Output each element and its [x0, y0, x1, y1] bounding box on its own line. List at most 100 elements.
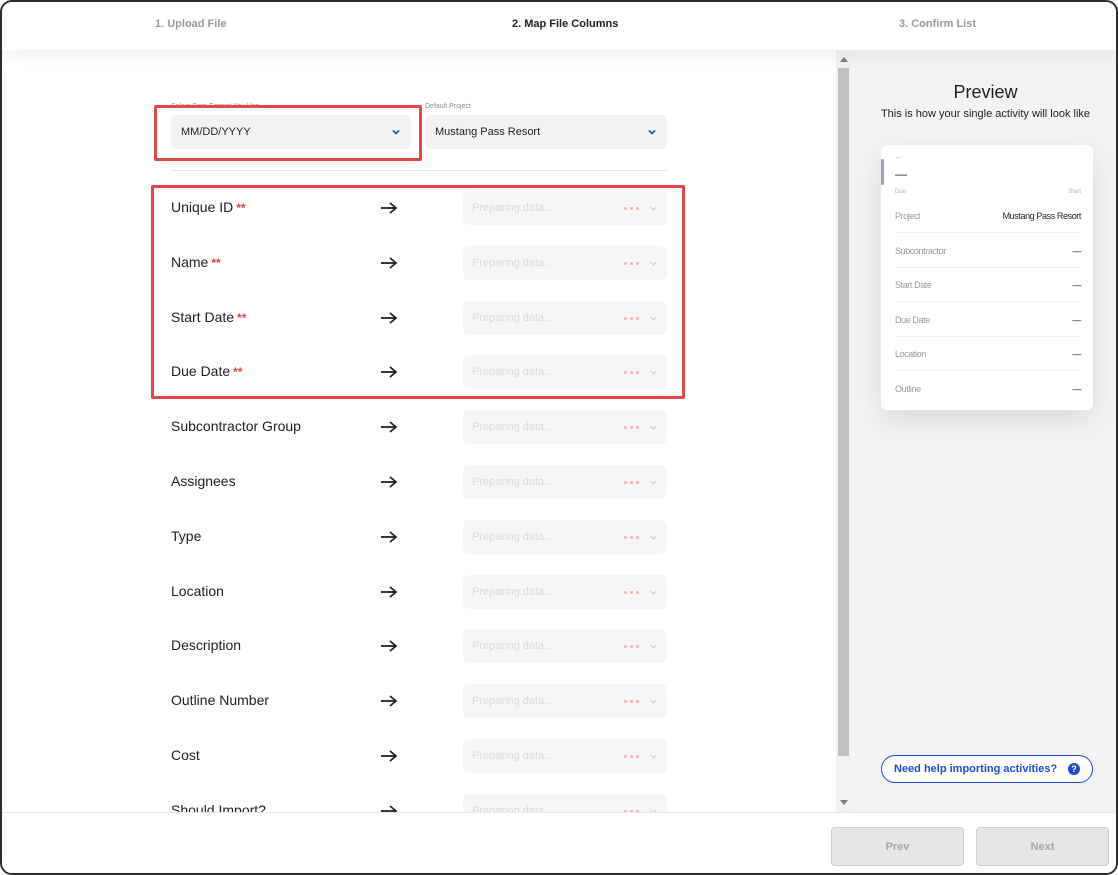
field-label: Location [171, 583, 224, 599]
loading-dots-icon [624, 316, 639, 320]
footer: Prev Next [2, 812, 1116, 873]
arrow-right-icon [381, 257, 398, 269]
card-field-value: — [1072, 348, 1081, 359]
field-label-text: Start Date [171, 309, 235, 325]
next-button[interactable]: Next [976, 827, 1109, 866]
date-format-value: MM/DD/YYYY [181, 126, 251, 138]
prev-button[interactable]: Prev [831, 827, 964, 866]
chevron-down-icon [392, 129, 400, 135]
arrow-right-icon [381, 366, 398, 378]
chevron-down-icon [650, 206, 657, 211]
column-select-placeholder: Preparing data... [472, 257, 554, 269]
column-select[interactable]: Preparing data... [463, 794, 667, 812]
chevron-down-icon [650, 754, 657, 759]
chevron-down-icon [650, 316, 657, 321]
loading-dots-icon [624, 754, 639, 758]
card-field-row: Project Mustang Pass Resort [895, 199, 1081, 233]
column-select[interactable]: Preparing data... [463, 684, 667, 718]
column-select[interactable]: Preparing data... [463, 410, 667, 444]
field-label-text: Should Import? [171, 802, 266, 812]
card-field-key: Location [895, 348, 926, 359]
chevron-down-icon [650, 370, 657, 375]
column-select[interactable]: Preparing data... [463, 465, 667, 499]
scrollbar[interactable] [836, 50, 851, 812]
card-field-value: — [1072, 279, 1081, 290]
column-select[interactable]: Preparing data... [463, 301, 667, 335]
arrow-right-icon [381, 531, 398, 543]
date-format-select[interactable]: MM/DD/YYYY [171, 115, 411, 149]
scrollbar-thumb[interactable] [838, 68, 849, 756]
chevron-down-icon [650, 425, 657, 430]
field-label-text: Cost [171, 747, 200, 763]
column-select[interactable]: Preparing data... [463, 629, 667, 663]
field-label-text: Unique ID [171, 199, 234, 215]
column-select[interactable]: Preparing data... [463, 520, 667, 554]
arrow-right-icon [381, 805, 398, 812]
step-map-file-columns[interactable]: 2. Map File Columns [512, 18, 618, 30]
column-select[interactable]: Preparing data... [463, 739, 667, 773]
field-label-text: Name [171, 254, 209, 270]
divider [171, 170, 667, 171]
default-project-select[interactable]: Mustang Pass Resort [425, 115, 667, 149]
loading-dots-icon [624, 370, 639, 374]
card-field-value: — [1072, 314, 1081, 325]
preview-subtitle: This is how your single activity will lo… [880, 108, 1091, 120]
default-project-value: Mustang Pass Resort [435, 126, 541, 138]
column-select-placeholder: Preparing data... [472, 586, 554, 598]
field-label: Description [171, 637, 241, 653]
arrow-right-icon [381, 640, 398, 652]
scroll-down-arrow-icon[interactable] [840, 800, 848, 805]
field-label: Unique ID ** [171, 199, 246, 215]
arrow-right-icon [381, 476, 398, 488]
step-confirm-list[interactable]: 3. Confirm List [899, 18, 976, 30]
loading-dots-icon [624, 644, 639, 648]
import-dialog: 1. Upload File 2. Map File Columns 3. Co… [0, 0, 1118, 875]
default-project-label: Default Project [425, 103, 471, 110]
field-label: Start Date ** [171, 309, 246, 325]
arrow-right-icon [381, 202, 398, 214]
column-select[interactable]: Preparing data... [463, 355, 667, 389]
field-label-text: Due Date [171, 363, 231, 379]
loading-dots-icon [624, 261, 639, 265]
column-select-placeholder: Preparing data... [472, 421, 554, 433]
column-select-placeholder: Preparing data... [472, 695, 554, 707]
date-format-label: Select Date Format You Use [171, 103, 260, 110]
column-select[interactable]: Preparing data... [463, 575, 667, 609]
column-select-placeholder: Preparing data... [472, 805, 554, 812]
field-label: Should Import? [171, 802, 266, 812]
chevron-down-icon [650, 535, 657, 540]
field-label-text: Assignees [171, 473, 236, 489]
card-field-key: Outline [895, 384, 921, 394]
stepper: 1. Upload File 2. Map File Columns 3. Co… [2, 2, 1116, 50]
chevron-down-icon [650, 644, 657, 649]
arrow-right-icon [381, 586, 398, 598]
preview-title: Preview [953, 82, 1018, 102]
column-select-placeholder: Preparing data... [472, 640, 554, 652]
arrow-right-icon [381, 312, 398, 324]
step-upload-file[interactable]: 1. Upload File [155, 18, 227, 30]
loading-dots-icon [624, 480, 639, 484]
mapping-panel: Select Date Format You Use MM/DD/YYYY De… [2, 50, 836, 812]
field-label-text: Subcontractor Group [171, 418, 301, 434]
field-label: Due Date ** [171, 363, 243, 379]
chevron-down-icon [650, 590, 657, 595]
card-accent-bar [881, 159, 884, 185]
card-field-key: Project [895, 210, 921, 221]
card-field-value: Mustang Pass Resort [1002, 210, 1082, 221]
activity-preview-card: — — Due Start Project Mustang Pass Resort… [881, 145, 1093, 410]
card-field-value: — [1072, 384, 1081, 394]
field-label: Assignees [171, 473, 236, 489]
field-label: Type [171, 528, 201, 544]
field-label-text: Type [171, 528, 202, 544]
chevron-down-icon [650, 480, 657, 485]
column-select[interactable]: Preparing data... [463, 191, 667, 225]
column-select-placeholder: Preparing data... [472, 366, 554, 378]
column-select-placeholder: Preparing data... [472, 531, 554, 543]
column-select[interactable]: Preparing data... [463, 246, 667, 280]
help-importing-button[interactable]: Need help importing activities? ? [881, 755, 1093, 783]
card-field-row: Subcontractor — [895, 234, 1081, 268]
required-marker: ** [211, 256, 221, 270]
scroll-up-arrow-icon[interactable] [840, 57, 848, 62]
loading-dots-icon [624, 425, 639, 429]
field-label: Cost [171, 747, 200, 763]
